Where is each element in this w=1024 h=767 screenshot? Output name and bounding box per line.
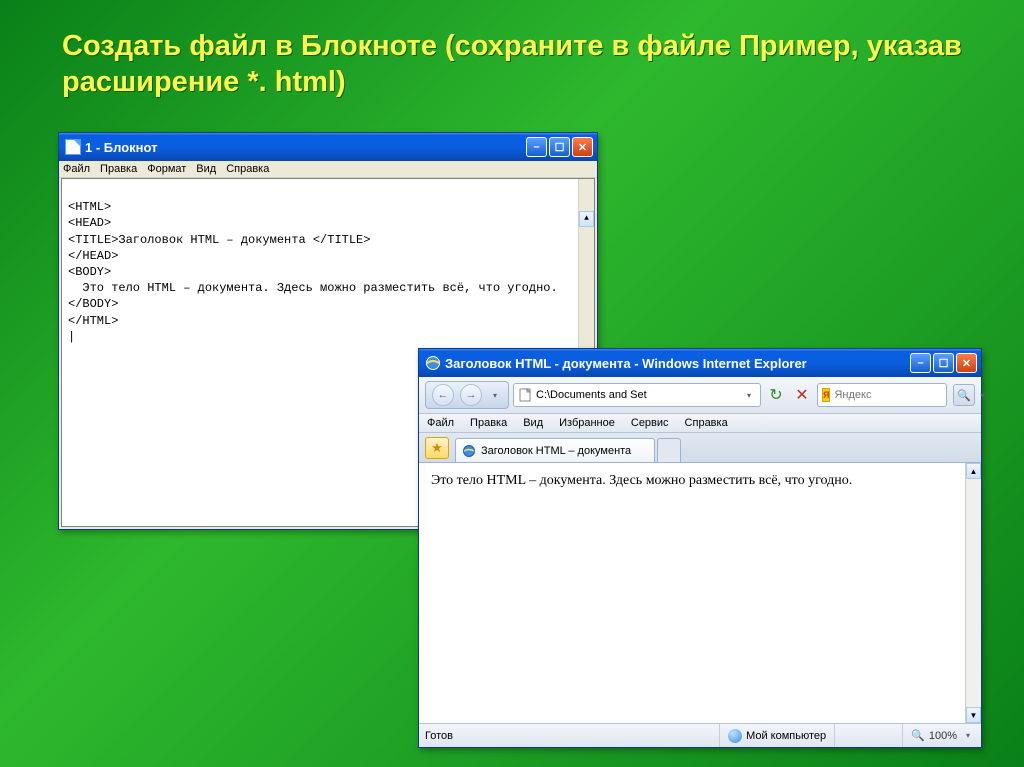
scroll-up-icon[interactable]: ▲ xyxy=(966,463,981,479)
menu-format[interactable]: Формат xyxy=(147,163,186,175)
stop-button[interactable]: ✕ xyxy=(791,384,813,406)
address-input[interactable] xyxy=(536,389,738,401)
code-line: <BODY> xyxy=(68,265,111,279)
menu-edit[interactable]: Правка xyxy=(100,163,137,175)
ie-titlebar[interactable]: Заголовок HTML - документа - Windows Int… xyxy=(419,349,981,377)
menu-file[interactable]: Файл xyxy=(63,163,90,175)
search-provider-dropdown[interactable]: ▾ xyxy=(980,391,984,400)
minimize-button[interactable]: – xyxy=(910,353,931,373)
page-icon xyxy=(518,388,532,402)
protected-mode-segment xyxy=(834,724,894,747)
page-body-text: Это тело HTML – документа. Здесь можно р… xyxy=(431,473,852,488)
menu-help[interactable]: Справка xyxy=(685,417,728,429)
notepad-icon xyxy=(65,139,81,155)
zoom-control[interactable]: 🔍 100% ▾ xyxy=(902,724,975,747)
scroll-down-icon[interactable]: ▼ xyxy=(966,707,981,723)
forward-button[interactable]: → xyxy=(460,384,482,406)
status-ready-text: Готов xyxy=(425,730,453,742)
slide-title: Создать файл в Блокноте (сохраните в фай… xyxy=(62,28,964,101)
zoom-icon: 🔍 xyxy=(911,729,925,742)
notepad-menubar: Файл Правка Формат Вид Справка xyxy=(59,161,597,178)
code-line: </HEAD> xyxy=(68,249,118,263)
menu-favorites[interactable]: Избранное xyxy=(559,417,615,429)
tab-label: Заголовок HTML – документа xyxy=(481,445,631,457)
back-button[interactable]: ← xyxy=(432,384,454,406)
code-line: Это тело HTML – документа. Здесь можно р… xyxy=(68,281,558,295)
code-line: </HTML> xyxy=(68,314,118,328)
zoom-dropdown-icon[interactable]: ▾ xyxy=(961,731,975,740)
ie-menubar: Файл Правка Вид Избранное Сервис Справка xyxy=(419,414,981,433)
security-zone[interactable]: Мой компьютер xyxy=(719,724,826,747)
ie-title: Заголовок HTML - документа - Windows Int… xyxy=(445,356,910,371)
refresh-button[interactable]: ↻ xyxy=(765,384,787,406)
yandex-icon: Я xyxy=(822,388,830,402)
active-tab[interactable]: Заголовок HTML – документа xyxy=(455,438,655,462)
my-computer-icon xyxy=(728,729,742,743)
close-button[interactable]: ✕ xyxy=(956,353,977,373)
new-tab-button[interactable] xyxy=(657,438,681,462)
ie-icon xyxy=(425,355,441,371)
address-bar[interactable]: ▾ xyxy=(513,383,761,407)
nav-buttons: ← → ▾ xyxy=(425,381,509,409)
address-dropdown-icon[interactable]: ▾ xyxy=(742,391,756,400)
code-line: </BODY> xyxy=(68,297,118,311)
ie-nav-toolbar: ← → ▾ ▾ ↻ ✕ Я ▾ 🔍 xyxy=(419,377,981,414)
menu-file[interactable]: Файл xyxy=(427,417,454,429)
search-go-button[interactable]: 🔍 xyxy=(953,384,975,406)
menu-edit[interactable]: Правка xyxy=(470,417,507,429)
maximize-button[interactable]: ☐ xyxy=(549,137,570,157)
menu-view[interactable]: Вид xyxy=(523,417,543,429)
code-line: <HTML> xyxy=(68,200,111,214)
menu-tools[interactable]: Сервис xyxy=(631,417,669,429)
ie-page-content: Это тело HTML – документа. Здесь можно р… xyxy=(419,463,981,723)
ie-tab-bar: ★ Заголовок HTML – документа xyxy=(419,433,981,463)
code-line: <TITLE>Заголовок HTML – документа </TITL… xyxy=(68,233,370,247)
nav-history-dropdown[interactable]: ▾ xyxy=(488,391,502,400)
maximize-button[interactable]: ☐ xyxy=(933,353,954,373)
ie-page-icon xyxy=(462,444,476,458)
zoom-level: 100% xyxy=(929,730,957,742)
scrollbar-vertical[interactable]: ▲ ▼ xyxy=(965,463,981,723)
menu-help[interactable]: Справка xyxy=(226,163,269,175)
notepad-title: 1 - Блокнот xyxy=(85,140,526,155)
zone-label: Мой компьютер xyxy=(746,730,826,742)
favorites-star-button[interactable]: ★ xyxy=(425,437,449,459)
code-line: <HEAD> xyxy=(68,216,111,230)
ie-window: Заголовок HTML - документа - Windows Int… xyxy=(418,348,982,748)
minimize-button[interactable]: – xyxy=(526,137,547,157)
search-box[interactable]: Я ▾ xyxy=(817,383,947,407)
notepad-titlebar[interactable]: 1 - Блокнот – ☐ ✕ xyxy=(59,133,597,161)
ie-statusbar: Готов Мой компьютер 🔍 100% ▾ xyxy=(419,723,981,747)
scroll-up-icon[interactable]: ▲ xyxy=(579,211,594,227)
close-button[interactable]: ✕ xyxy=(572,137,593,157)
menu-view[interactable]: Вид xyxy=(196,163,216,175)
